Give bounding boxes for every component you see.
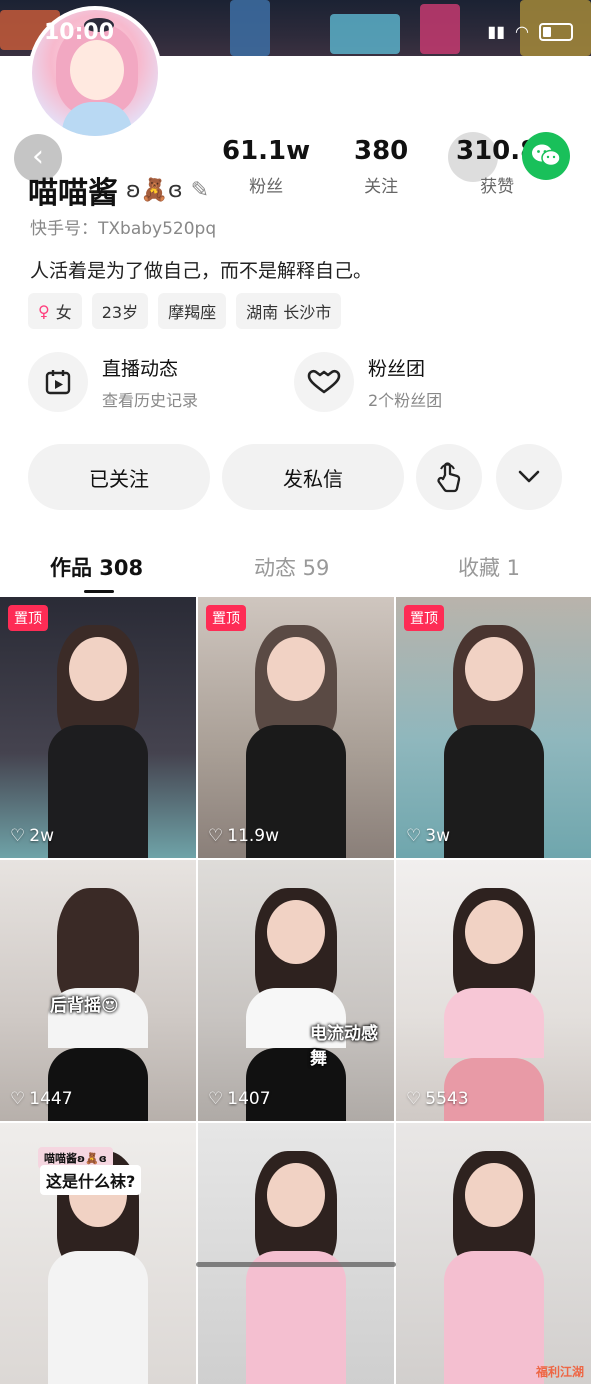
tag-label: 摩羯座 [168, 303, 217, 322]
video-caption: 后背摇😍 [50, 996, 119, 1016]
heart-outline-icon: ♡ [10, 1089, 26, 1109]
heart-outline-icon: ♡ [406, 1089, 422, 1109]
content-tabs: 作品 308 动态 59 收藏 1 [0, 546, 591, 596]
tag-zodiac: 摩羯座 [158, 293, 227, 329]
watermark: 福利江湖 [535, 1365, 584, 1379]
video-caption: 电流动感舞 [310, 1024, 378, 1069]
signal-icon: ▮▮ [487, 22, 506, 41]
like-count: ♡ 1447 [10, 1089, 73, 1109]
calendar-play-icon [28, 352, 88, 412]
battery-icon [539, 22, 573, 41]
banner-light [330, 14, 400, 54]
like-count: ♡ 5543 [406, 1089, 469, 1109]
stat-label: 粉丝 [249, 177, 284, 197]
video-thumbnail[interactable]: 喵喵酱ʚ🧸ɞ 这是什么袜? [0, 1123, 196, 1384]
more-options-button[interactable] [496, 444, 562, 510]
feature-subtitle: 查看历史记录 [102, 390, 199, 410]
video-thumbnail[interactable]: ♡ 5543 [396, 860, 591, 1121]
stat-value: 380 [354, 136, 409, 166]
feature-subtitle: 2个粉丝团 [368, 390, 443, 410]
live-history-entry[interactable]: 直播动态 查看历史记录 [28, 352, 198, 412]
tag-label: 23岁 [101, 303, 139, 322]
pinned-badge: 置顶 [404, 605, 444, 631]
tab-favorites[interactable]: 收藏 1 [458, 552, 520, 582]
heart-outline-icon: ♡ [208, 826, 224, 846]
profile-tags: ♀ 女 23岁 摩羯座 湖南 长沙市 [28, 293, 342, 329]
home-indicator[interactable] [196, 1262, 396, 1267]
video-thumbnail[interactable]: 福利江湖 [396, 1123, 591, 1384]
heart-shield-icon [294, 352, 354, 412]
wifi-icon: ◠ [515, 22, 529, 41]
wechat-icon [532, 144, 561, 167]
heart-outline-icon: ♡ [208, 1089, 224, 1109]
stat-following[interactable]: 380 关注 [354, 136, 408, 197]
video-thumbnail[interactable]: 后背摇😍 ♡ 1447 [0, 860, 196, 1121]
chevron-down-icon [518, 470, 540, 483]
banner-light [420, 4, 460, 54]
profile-bio: 人活着是为了做自己，而不是解释自己。 [30, 260, 373, 282]
name-decoration: ʚ🧸ɞ [126, 177, 183, 203]
profile-name-row: 喵喵酱 ʚ🧸ɞ ✎ [28, 168, 209, 212]
female-icon: ♀ [38, 301, 50, 321]
stat-label: 关注 [364, 177, 399, 197]
like-count: ♡ 11.9w [208, 826, 280, 846]
stat-label: 获赞 [480, 177, 515, 197]
tag-label: 女 [55, 303, 72, 322]
banner-light [230, 0, 270, 56]
like-count: ♡ 3w [406, 826, 450, 846]
wechat-share-button[interactable] [522, 132, 570, 180]
edit-icon[interactable]: ✎ [191, 178, 209, 203]
tab-works[interactable]: 作品 308 [50, 552, 143, 582]
tag-label: 湖南 长沙市 [246, 303, 332, 322]
status-time: 10:00 [44, 20, 115, 45]
video-thumbnail[interactable]: 置顶 ♡ 11.9w [198, 597, 394, 858]
heart-outline-icon: ♡ [10, 826, 26, 846]
pinned-badge: 置顶 [206, 605, 246, 631]
profile-name: 喵喵酱 [28, 176, 118, 211]
video-grid: 置顶 ♡ 2w 置顶 ♡ 11.9w 置顶 ♡ 3w 后背摇😍 ♡ 1447 电流动感舞… [0, 597, 591, 1384]
video-thumbnail[interactable] [198, 1123, 394, 1384]
video-thumbnail[interactable]: 置顶 ♡ 2w [0, 597, 196, 858]
fan-club-entry[interactable]: 粉丝团 2个粉丝团 [294, 352, 442, 412]
stat-value: 61.1w [222, 136, 311, 166]
kuaishou-id: 快手号：TXbaby520pq [30, 219, 217, 239]
stat-followers[interactable]: 61.1w 粉丝 [222, 136, 310, 197]
like-count: ♡ 1407 [208, 1089, 271, 1109]
video-caption: 这是什么袜? [40, 1165, 142, 1195]
feature-title: 直播动态 [102, 357, 179, 380]
pinned-badge: 置顶 [8, 605, 48, 631]
heart-outline-icon: ♡ [406, 826, 422, 846]
send-message-button[interactable]: 发私信 [222, 444, 404, 510]
poke-button[interactable] [416, 444, 482, 510]
tab-moments[interactable]: 动态 59 [254, 552, 329, 582]
video-thumbnail[interactable]: 置顶 ♡ 3w [396, 597, 591, 858]
hand-tap-icon [437, 462, 461, 493]
status-icons: ▮▮ ◠ [487, 22, 573, 41]
feature-title: 粉丝团 [368, 357, 426, 380]
tag-age: 23岁 [91, 293, 149, 329]
like-count: ♡ 2w [10, 826, 54, 846]
tag-location: 湖南 长沙市 [236, 293, 342, 329]
tag-gender: ♀ 女 [28, 293, 82, 329]
active-tab-indicator [84, 590, 114, 593]
video-thumbnail[interactable]: 电流动感舞 ♡ 1407 [198, 860, 394, 1121]
followed-button[interactable]: 已关注 [28, 444, 210, 510]
